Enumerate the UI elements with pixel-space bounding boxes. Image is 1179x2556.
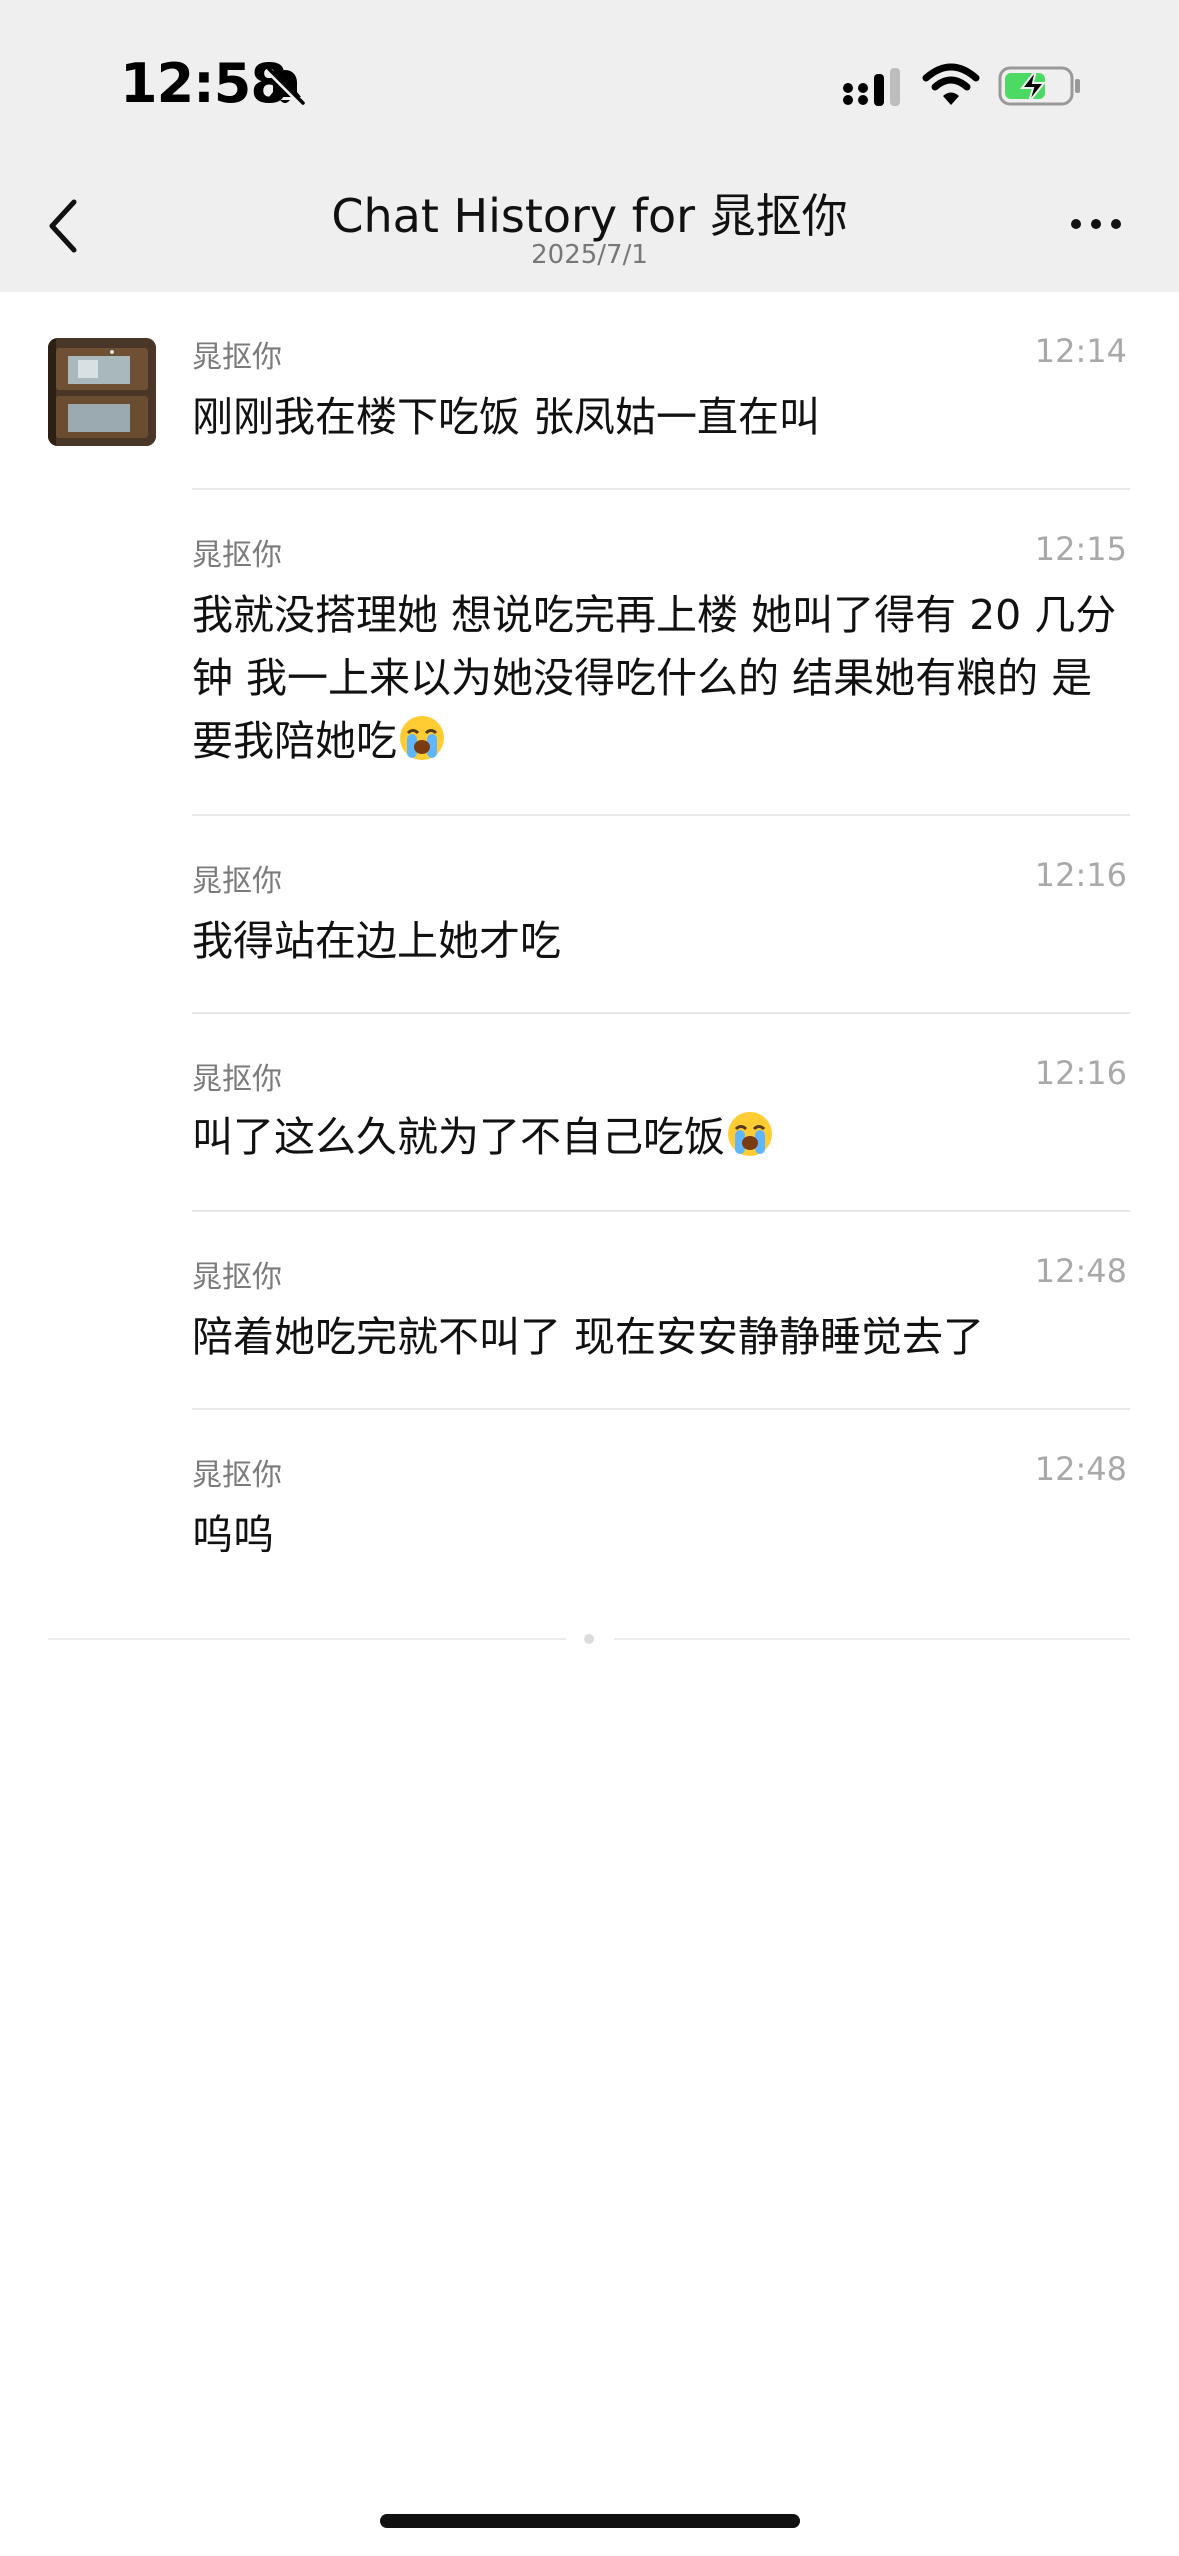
message-sender: 晁抠你 [192, 864, 282, 899]
avatar[interactable] [48, 338, 156, 446]
crying-emoji [725, 1112, 775, 1161]
message-sender: 晁抠你 [192, 1062, 282, 1097]
home-indicator[interactable] [380, 2514, 800, 2528]
message-divider [192, 814, 1130, 816]
message-sender: 晁抠你 [192, 538, 282, 573]
message-sender: 晁抠你 [192, 1458, 282, 1493]
message-divider [192, 1012, 1130, 1014]
message-divider [192, 1210, 1130, 1212]
message-divider [192, 488, 1130, 490]
message-sender: 晁抠你 [192, 1260, 282, 1295]
page-title: Chat History for 晁抠你 [331, 189, 848, 243]
battery-charging-icon [998, 66, 1080, 106]
crying-emoji [397, 716, 447, 765]
top-bar: 12:58 Chat History for 晁抠你 2025/7/1 [0, 0, 1179, 292]
message-time: 12:15 [1034, 530, 1127, 568]
message-text[interactable]: 刚刚我在楼下吃饭 张凤姑一直在叫 [192, 386, 1132, 449]
message-text[interactable]: 呜呜 [192, 1504, 1132, 1567]
message-time: 12:16 [1034, 856, 1127, 894]
loudly-crying-face-icon [728, 1112, 772, 1156]
message-divider [192, 1408, 1130, 1410]
message-sender: 晁抠你 [192, 340, 282, 375]
message-text[interactable]: 叫了这么久就为了不自己吃饭 [192, 1106, 1132, 1169]
bell-muted-icon [265, 67, 305, 107]
message-time: 12:14 [1034, 332, 1127, 370]
chat-history-screen: 12:58 Chat History for 晁抠你 2025/7/1 晁抠你 … [0, 0, 1179, 2556]
message-text[interactable]: 我就没搭理她 想说吃完再上楼 她叫了得有 20 几分钟 我一上来以为她没得吃什么… [192, 584, 1132, 773]
more-icon[interactable] [1068, 212, 1124, 236]
end-divider [48, 1638, 566, 1640]
loudly-crying-face-icon [400, 716, 444, 760]
message-time: 12:48 [1034, 1252, 1127, 1290]
wifi-icon [922, 63, 980, 105]
message-time: 12:48 [1034, 1450, 1127, 1488]
end-divider-dot [584, 1634, 594, 1644]
message-time: 12:16 [1034, 1054, 1127, 1092]
page-subtitle-date: 2025/7/1 [531, 240, 648, 270]
message-text[interactable]: 陪着她吃完就不叫了 现在安安静静睡觉去了 [192, 1306, 1132, 1369]
cellular-signal-icon [843, 68, 900, 106]
end-divider [614, 1638, 1130, 1640]
message-text[interactable]: 我得站在边上她才吃 [192, 910, 1132, 973]
